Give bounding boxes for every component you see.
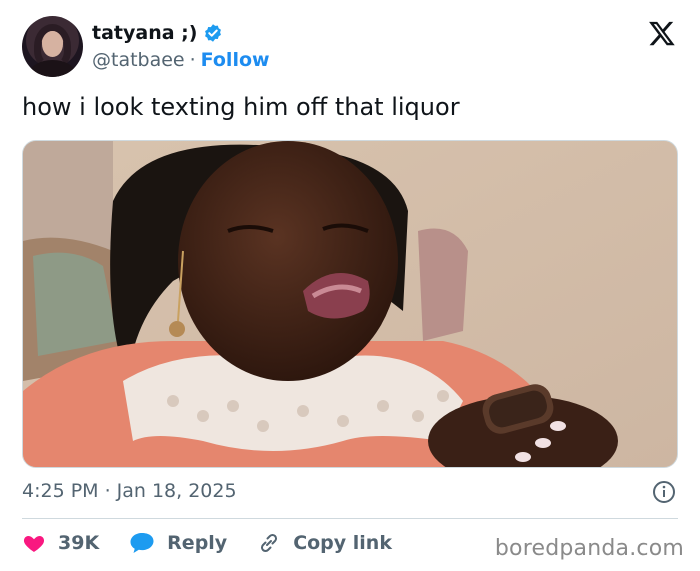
timestamp-time: 4:25 PM [22, 480, 99, 502]
author-name-row: tatyana ;) [92, 22, 223, 44]
timestamp-separator: · [104, 480, 111, 502]
like-count: 39K [58, 532, 100, 554]
media-illustration [23, 141, 677, 467]
speech-bubble-icon [130, 533, 154, 553]
avatar-body [30, 60, 75, 77]
author-handle-row: @tatbaee · Follow [92, 49, 270, 71]
handle-separator: · [189, 49, 196, 71]
heart-icon [23, 536, 45, 552]
verified-badge-icon [205, 24, 222, 42]
copy-link-label: Copy link [293, 532, 392, 554]
like-button[interactable]: 39K [22, 531, 99, 555]
author-display-name[interactable]: tatyana ;) [92, 22, 197, 44]
x-logo-icon[interactable] [648, 19, 676, 47]
tweet-media-image[interactable] [22, 140, 678, 468]
author-handle[interactable]: @tatbaee [92, 49, 185, 71]
link-icon [261, 533, 278, 553]
tweet-actions: 39K Reply Copy link [22, 530, 422, 556]
reply-label: Reply [167, 532, 228, 554]
avatar[interactable] [22, 16, 83, 77]
tweet-header: tatyana ;) @tatbaee · Follow [22, 16, 682, 80]
avatar-face [42, 31, 63, 57]
follow-button[interactable]: Follow [201, 49, 270, 71]
tweet-timestamp[interactable]: 4:25 PM · Jan 18, 2025 [22, 480, 237, 502]
tweet-text: how i look texting him off that liquor [22, 93, 460, 121]
info-icon[interactable] [652, 480, 676, 504]
timestamp-date: Jan 18, 2025 [116, 480, 237, 502]
watermark: boredpanda.com [494, 536, 684, 561]
actions-divider [22, 518, 678, 519]
copy-link-button[interactable]: Copy link [257, 531, 392, 555]
reply-button[interactable]: Reply [129, 531, 227, 555]
